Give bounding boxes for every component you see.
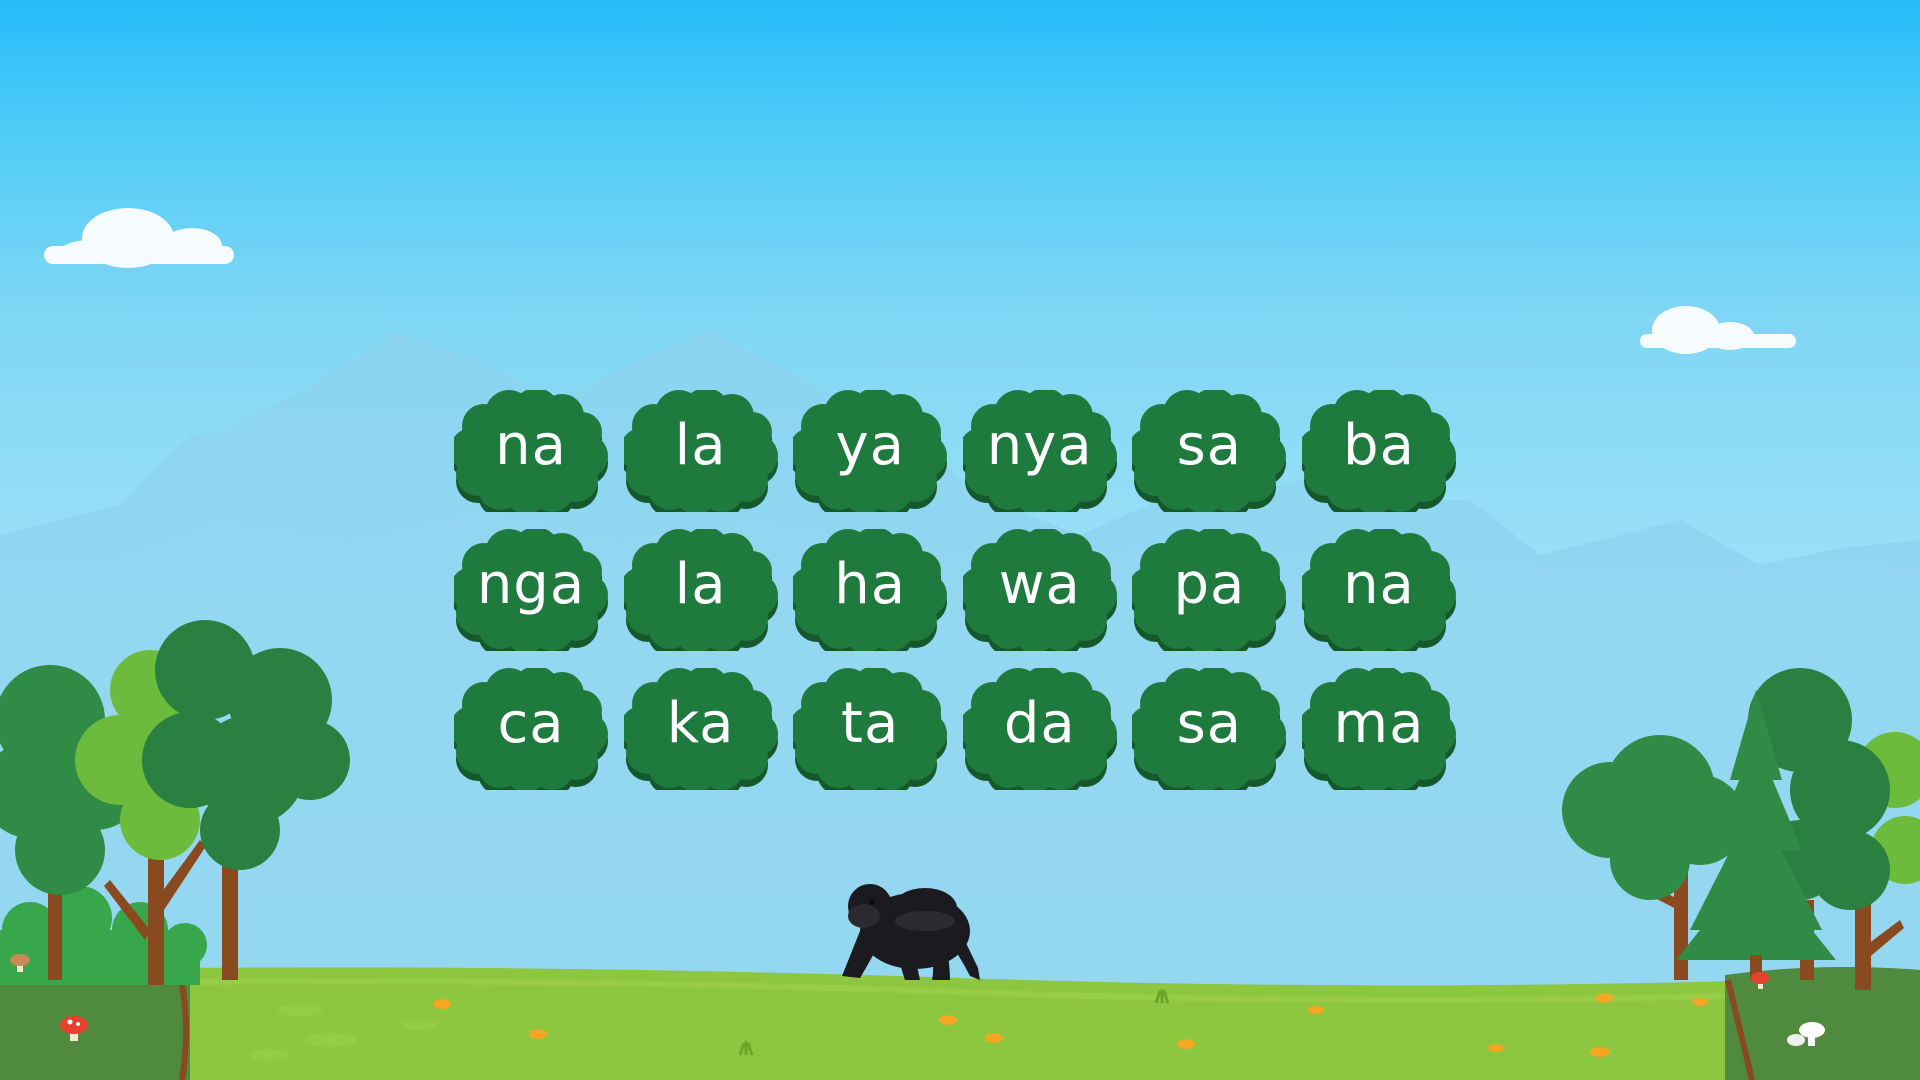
syllable-tile[interactable]: la bbox=[623, 390, 778, 512]
bush-icon bbox=[623, 390, 778, 512]
bush-icon bbox=[1301, 668, 1456, 790]
syllable-tile[interactable]: sa bbox=[1132, 668, 1287, 790]
syllable-tile[interactable]: ya bbox=[793, 390, 948, 512]
syllable-tile[interactable]: sa bbox=[1132, 390, 1287, 512]
bush-icon bbox=[962, 529, 1117, 651]
syllable-tile[interactable]: nga bbox=[454, 529, 608, 651]
bush-icon bbox=[1301, 390, 1456, 512]
syllable-tile[interactable]: la bbox=[623, 529, 778, 651]
syllable-tile[interactable]: na bbox=[454, 390, 608, 512]
syllable-tile[interactable]: ta bbox=[793, 668, 948, 790]
syllable-tile[interactable]: ha bbox=[793, 529, 948, 651]
syllable-tile[interactable]: ka bbox=[623, 668, 778, 790]
bush-icon bbox=[1301, 529, 1456, 651]
syllable-tile[interactable]: nya bbox=[962, 390, 1117, 512]
syllable-tile[interactable]: pa bbox=[1132, 529, 1287, 651]
bush-icon bbox=[793, 529, 948, 651]
gorilla-icon bbox=[842, 884, 980, 980]
syllable-tile[interactable]: ca bbox=[454, 668, 608, 790]
bush-icon bbox=[454, 529, 608, 651]
bush-icon bbox=[623, 668, 778, 790]
bush-icon bbox=[1132, 668, 1287, 790]
bush-icon bbox=[454, 668, 608, 790]
syllable-tile[interactable]: ba bbox=[1301, 390, 1456, 512]
syllable-tile[interactable]: wa bbox=[962, 529, 1117, 651]
bush-icon bbox=[1132, 390, 1287, 512]
bush-icon bbox=[454, 390, 608, 512]
bush-icon bbox=[793, 390, 948, 512]
bush-icon bbox=[1132, 529, 1287, 651]
syllable-grid: na la ya nya sa ba nga la ha wa pa na ca ka ta da sa ma bbox=[454, 390, 1466, 802]
syllable-tile[interactable]: na bbox=[1301, 529, 1456, 651]
bush-icon bbox=[623, 529, 778, 651]
bush-icon bbox=[962, 390, 1117, 512]
bush-icon bbox=[793, 668, 948, 790]
syllable-tile[interactable]: ma bbox=[1301, 668, 1456, 790]
syllable-tile[interactable]: da bbox=[962, 668, 1117, 790]
game-scene: na la ya nya sa ba nga la ha wa pa na ca ka ta da sa ma bbox=[0, 0, 1920, 1080]
bush-icon bbox=[962, 668, 1117, 790]
